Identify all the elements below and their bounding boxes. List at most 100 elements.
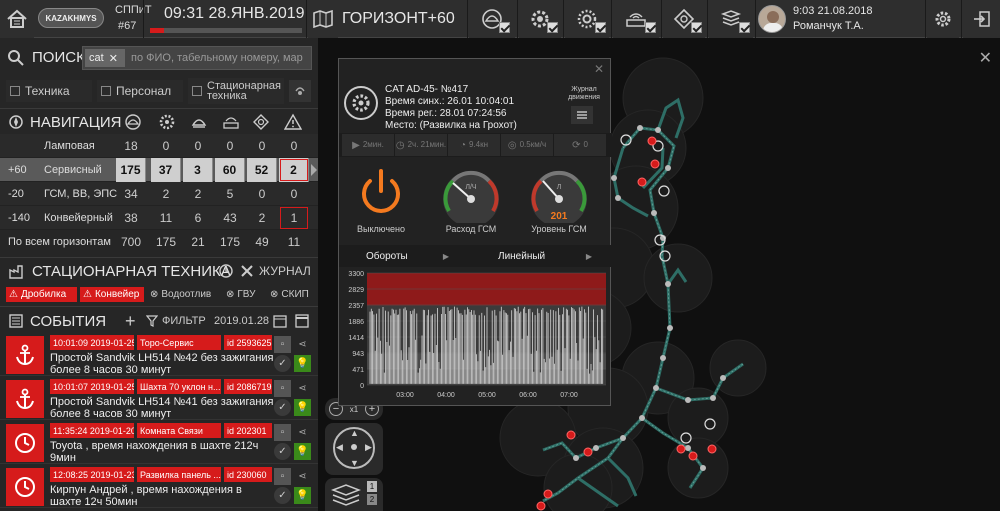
layer-control[interactable]: 1 2	[325, 478, 383, 511]
search-chip[interactable]: cat ✕	[85, 49, 125, 67]
pan-left-icon[interactable]: ◀	[336, 442, 343, 453]
event-pin-button[interactable]: ▫	[274, 336, 291, 353]
map-tools-icon[interactable]: ✕	[979, 48, 992, 68]
nav-count[interactable]: 37	[151, 158, 181, 182]
nav-count[interactable]: 2	[279, 158, 309, 182]
navigation-row[interactable]: Ламповая 18 0 0 0 0 0	[0, 134, 318, 158]
radio-filter-button[interactable]	[289, 80, 311, 102]
company-logo: KAZAKHMYS	[38, 8, 104, 28]
pan-control[interactable]: ▲ ▼ ◀ ▶	[325, 423, 383, 475]
event-share-icon[interactable]: ⋖	[294, 424, 311, 441]
event-item[interactable]: 10:01:09 2019-01-25 Торо-Сервис id 2593625…	[0, 334, 318, 376]
nav-count[interactable]: 3	[183, 158, 213, 182]
bulb-icon[interactable]: 💡	[294, 399, 311, 416]
filter-network-button[interactable]	[613, 0, 659, 38]
pan-up-icon[interactable]: ▲	[350, 428, 359, 438]
filter-personnel-button[interactable]	[469, 0, 515, 38]
event-pin-button[interactable]: ▫	[274, 424, 291, 441]
nav-count[interactable]: 0	[215, 134, 245, 158]
home-icon	[7, 9, 27, 28]
compass-icon	[9, 115, 23, 129]
total-count: 21	[191, 235, 205, 249]
event-item[interactable]: 11:35:24 2019-01-20 Комната Связи id 20230…	[0, 422, 318, 464]
event-item[interactable]: 10:01:07 2019-01-25 Шахта 70 уклон н... id…	[0, 378, 318, 420]
search-bar: ПОИСК cat ✕ по ФИО, табельному номеру, м…	[0, 43, 318, 73]
nav-count[interactable]: 2	[183, 182, 213, 206]
add-event-button[interactable]: +	[125, 311, 136, 332]
stationary-skip-tag[interactable]: ⊗ СКИП	[270, 287, 314, 302]
layer-1[interactable]: 1	[367, 481, 377, 492]
navigation-row[interactable]: +60 Сервисный 175 37 3 60 52 2	[0, 158, 318, 182]
clock-icon[interactable]	[218, 263, 234, 279]
nav-count[interactable]: 60	[215, 158, 245, 182]
nav-count[interactable]: 0	[151, 134, 181, 158]
bulb-icon[interactable]: 💡	[294, 355, 311, 372]
search-input[interactable]: cat ✕ по ФИО, табельному номеру, мар	[82, 46, 312, 70]
event-item[interactable]: 12:08:25 2019-01-23 Развилка панель ... id…	[0, 466, 318, 508]
nav-count[interactable]: 175	[116, 158, 146, 182]
event-share-icon[interactable]: ⋖	[294, 336, 311, 353]
nav-count[interactable]: 0	[279, 134, 309, 158]
navigation-row[interactable]: -20 ГСМ, ВВ, ЭПС 34 2 2 5 0 0	[0, 182, 318, 206]
journal-button[interactable]: ЖУРНАЛ	[240, 261, 314, 281]
nav-count[interactable]: 34	[116, 182, 146, 206]
nav-count[interactable]: 18	[116, 134, 146, 158]
event-ack-button[interactable]: ✓	[274, 355, 291, 372]
nav-count[interactable]: 1	[279, 206, 309, 230]
stationary-conveyor-tag[interactable]: ⚠ Конвейер	[80, 287, 144, 302]
nav-count[interactable]: 5	[215, 182, 245, 206]
bulb-icon[interactable]: 💡	[294, 487, 311, 504]
bulb-icon[interactable]: 💡	[294, 443, 311, 460]
vehicle-popup: ✕ CAT AD-45- №417 Время синх.: 26.01 10:…	[338, 58, 612, 406]
event-ack-button[interactable]: ✓	[274, 487, 291, 504]
event-share-icon[interactable]: ⋖	[294, 380, 311, 397]
nav-count[interactable]: 11	[151, 206, 181, 230]
nav-count[interactable]: 6	[183, 206, 213, 230]
map-button[interactable]	[308, 0, 338, 38]
filter-button[interactable]: ФИЛЬТР	[146, 311, 210, 331]
event-ack-button[interactable]: ✓	[274, 399, 291, 416]
settings-button[interactable]	[927, 0, 959, 38]
filter-sensors-button[interactable]	[663, 0, 705, 38]
nav-count[interactable]: 2	[247, 206, 277, 230]
nav-count[interactable]: 52	[247, 158, 277, 182]
event-share-icon[interactable]: ⋖	[294, 468, 311, 485]
nav-count[interactable]: 0	[247, 182, 277, 206]
nav-count[interactable]: 0	[279, 182, 309, 206]
filter-equipment-checkbox[interactable]: Техника	[6, 80, 92, 102]
pan-right-icon[interactable]: ▶	[365, 442, 372, 453]
pan-down-icon[interactable]: ▼	[350, 458, 359, 468]
navigation-row[interactable]: -140 Конвейерный 38 11 6 43 2 1	[0, 206, 318, 230]
chip-close-icon[interactable]: ✕	[109, 52, 118, 65]
filter-stationary-checkbox[interactable]: Стационарная техника	[188, 78, 284, 104]
filter-personnel-checkbox[interactable]: Персонал	[97, 80, 183, 102]
stationary-drainage-tag[interactable]: ⊗ Водоотлив	[150, 287, 218, 302]
nav-count[interactable]: 0	[183, 134, 213, 158]
nav-count[interactable]: 43	[215, 206, 245, 230]
rpm-chart-svg: 3300 2829 2357 1886 1414 943 471 0 03:00 04:00 05:…	[348, 271, 606, 399]
event-ack-button[interactable]: ✓	[274, 443, 291, 460]
home-button[interactable]	[0, 0, 34, 38]
scale-dropdown[interactable]: Линейный ▶	[494, 247, 592, 265]
signal-icon	[295, 87, 305, 95]
filter-machines-button[interactable]	[565, 0, 609, 38]
event-pin-button[interactable]: ▫	[274, 468, 291, 485]
logout-button[interactable]	[963, 0, 1000, 38]
layer-2[interactable]: 2	[367, 494, 377, 505]
calendar-icon[interactable]	[273, 314, 287, 328]
stationary-gvu-tag[interactable]: ⊗ ГВУ	[226, 287, 266, 302]
filter-layers-button[interactable]	[709, 0, 753, 38]
nav-count[interactable]: 0	[247, 134, 277, 158]
avatar[interactable]	[758, 5, 786, 33]
window-icon[interactable]	[295, 314, 309, 328]
filter-equipment-button[interactable]	[519, 0, 561, 38]
nav-count[interactable]: 38	[116, 206, 146, 230]
horizon-selector[interactable]: ГОРИЗОНТ+60	[342, 10, 455, 28]
movement-journal-button[interactable]	[571, 106, 593, 124]
events-date[interactable]: 2019.01.28	[214, 312, 272, 330]
metric-dropdown[interactable]: Обороты ▶	[341, 247, 449, 265]
event-pin-button[interactable]: ▫	[274, 380, 291, 397]
stationary-crusher-tag[interactable]: ⚠ Дробилка	[6, 287, 77, 302]
nav-count[interactable]: 2	[151, 182, 181, 206]
popup-close-icon[interactable]: ✕	[594, 62, 604, 76]
